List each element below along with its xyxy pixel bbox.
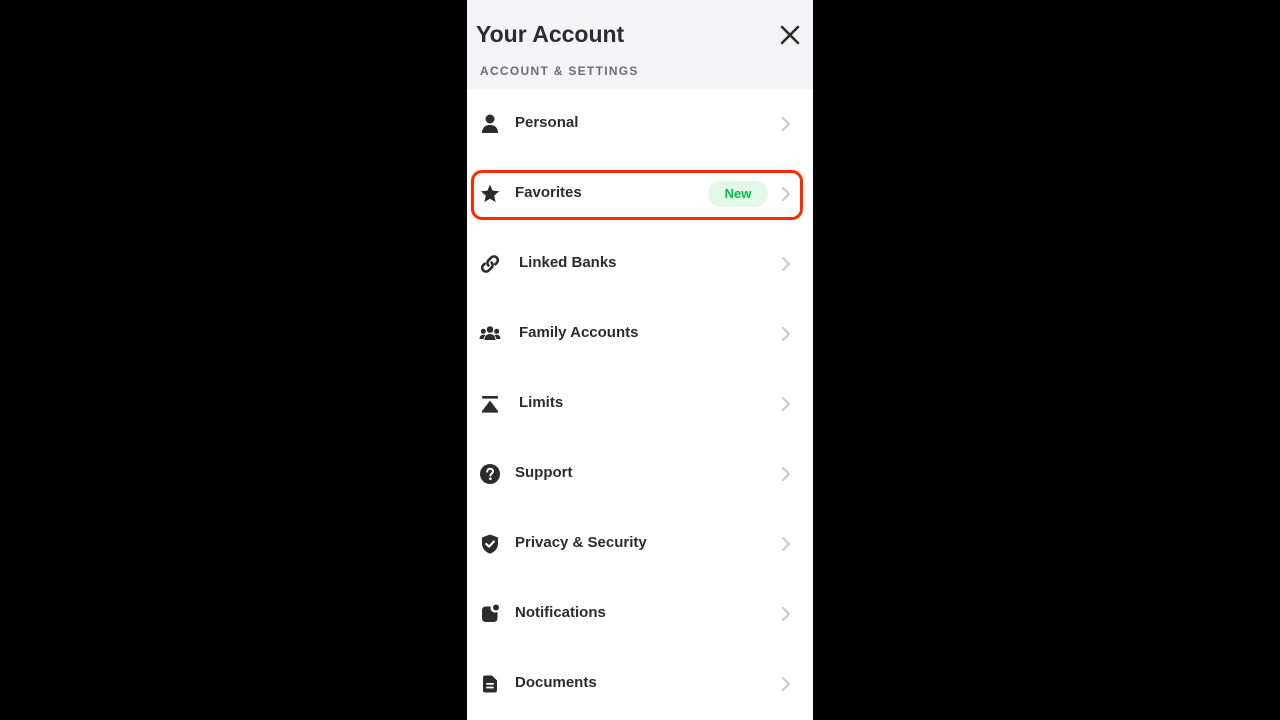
menu-item-label: Limits bbox=[519, 394, 564, 411]
close-icon bbox=[780, 25, 800, 45]
menu-item-label: Family Accounts bbox=[519, 324, 639, 341]
video-frame: Your Account ACCOUNT & SETTINGS Personal bbox=[0, 0, 1280, 720]
limits-icon bbox=[479, 393, 501, 415]
person-icon bbox=[479, 113, 501, 135]
menu-item-label: Linked Banks bbox=[519, 254, 617, 271]
document-icon bbox=[479, 673, 501, 695]
chevron-right-icon bbox=[780, 465, 792, 483]
chevron-right-icon bbox=[780, 325, 792, 343]
chevron-right-icon bbox=[780, 395, 792, 413]
menu-item-limits[interactable]: Limits bbox=[467, 369, 813, 439]
notification-icon bbox=[479, 603, 501, 625]
menu-item-label: Personal bbox=[515, 114, 579, 131]
menu-item-label: Support bbox=[515, 464, 573, 481]
shield-icon bbox=[479, 533, 501, 555]
menu-item-label: Documents bbox=[515, 674, 597, 691]
menu-item-documents[interactable]: Documents bbox=[467, 649, 813, 719]
page-title: Your Account bbox=[476, 21, 625, 47]
menu-item-privacy-security[interactable]: Privacy & Security bbox=[467, 509, 813, 579]
chevron-right-icon bbox=[780, 605, 792, 623]
close-button[interactable] bbox=[777, 22, 803, 48]
chevron-right-icon bbox=[780, 115, 792, 133]
star-icon bbox=[479, 183, 501, 205]
account-header: Your Account ACCOUNT & SETTINGS bbox=[467, 0, 813, 89]
chevron-right-icon bbox=[780, 675, 792, 693]
family-icon bbox=[479, 323, 501, 345]
help-icon bbox=[479, 463, 501, 485]
menu-item-linked-banks[interactable]: Linked Banks bbox=[467, 229, 813, 299]
chevron-right-icon bbox=[780, 185, 792, 203]
new-badge: New bbox=[708, 181, 768, 207]
section-subtitle: ACCOUNT & SETTINGS bbox=[480, 64, 639, 78]
menu-item-notifications[interactable]: Notifications bbox=[467, 579, 813, 649]
chevron-right-icon bbox=[780, 255, 792, 273]
link-icon bbox=[479, 253, 501, 275]
menu-item-label: Privacy & Security bbox=[515, 534, 647, 551]
menu-item-family-accounts[interactable]: Family Accounts bbox=[467, 299, 813, 369]
menu-item-support[interactable]: Support bbox=[467, 439, 813, 509]
menu-item-favorites[interactable]: Favorites New bbox=[467, 159, 813, 229]
menu-item-label: Favorites bbox=[515, 184, 582, 201]
menu-item-label: Notifications bbox=[515, 604, 606, 621]
account-screen: Your Account ACCOUNT & SETTINGS Personal bbox=[467, 0, 813, 720]
menu-item-personal[interactable]: Personal bbox=[467, 89, 813, 159]
chevron-right-icon bbox=[780, 535, 792, 553]
